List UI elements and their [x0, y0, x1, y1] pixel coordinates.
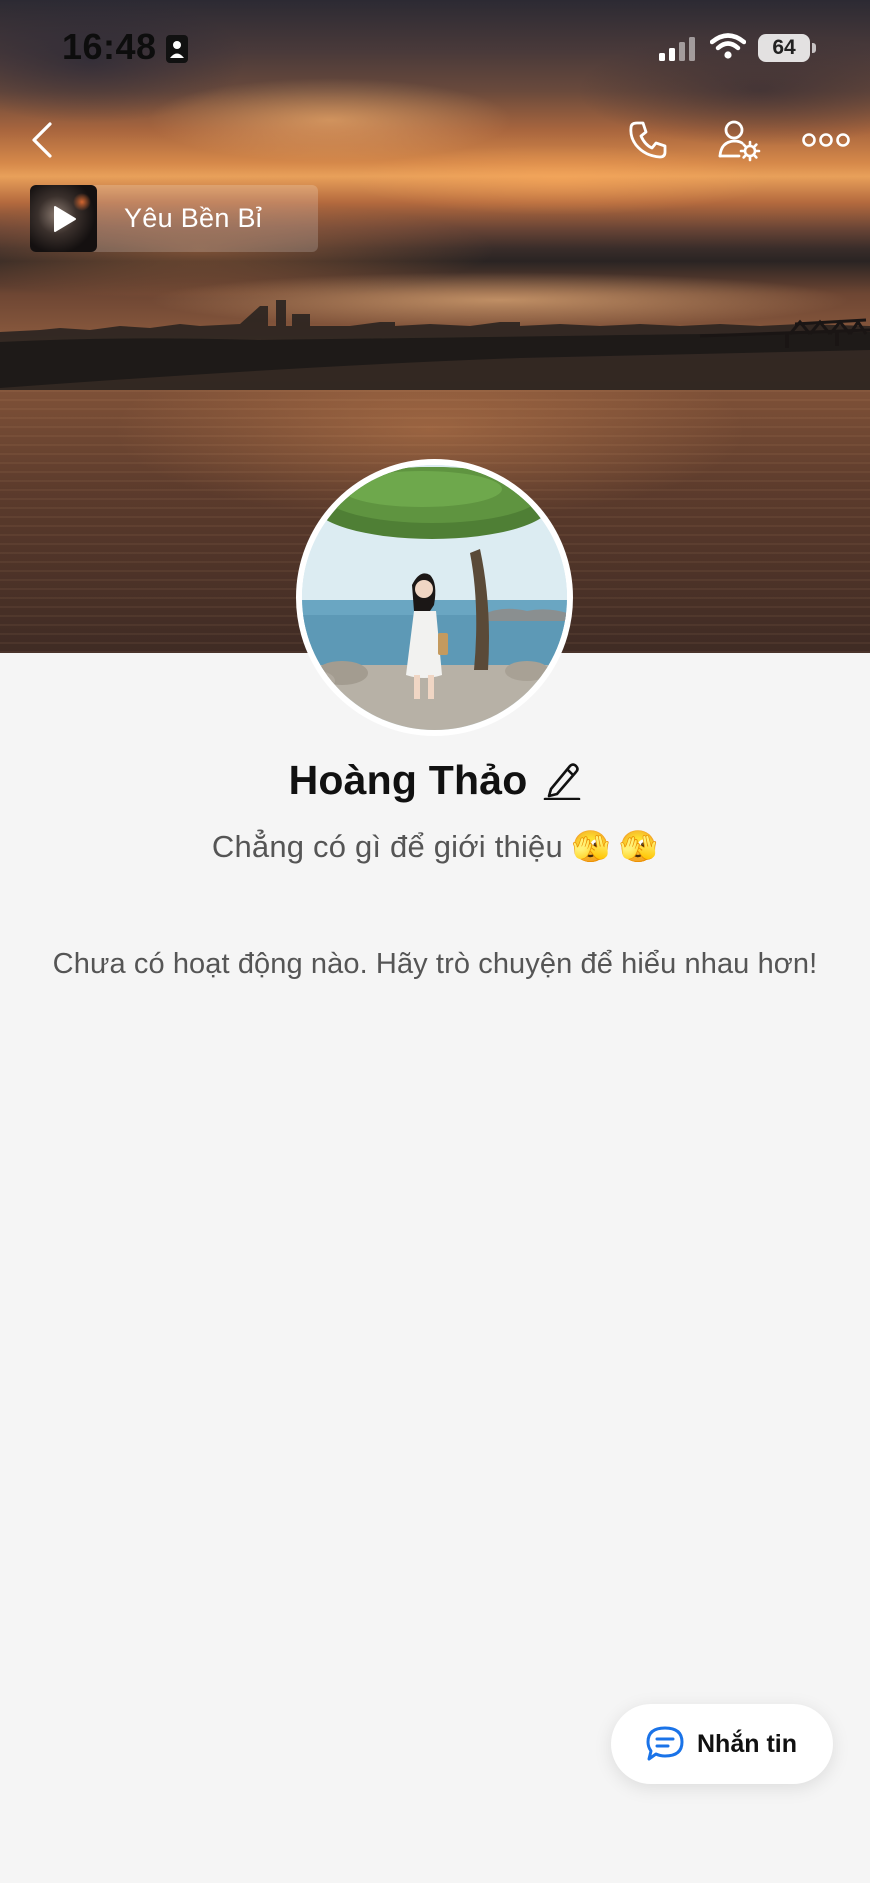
- user-settings-button[interactable]: [710, 112, 768, 168]
- cellular-signal-icon: [659, 37, 695, 61]
- music-cover-thumbnail: [30, 185, 97, 252]
- play-icon[interactable]: [51, 205, 77, 233]
- profile-name: Hoàng Thảo: [288, 756, 528, 803]
- status-bar: 16:48 64: [0, 0, 870, 100]
- city-skyline: [0, 300, 870, 390]
- call-button[interactable]: [620, 112, 676, 168]
- user-gear-icon: [718, 120, 761, 162]
- phone-icon: [629, 121, 667, 159]
- edit-name-button[interactable]: [543, 760, 581, 800]
- back-button[interactable]: [18, 112, 66, 168]
- contact-card-icon: [166, 35, 188, 63]
- empty-activity-message: Chưa có hoạt động nào. Hãy trò chuyện để…: [52, 948, 818, 980]
- music-title: Yêu Bền Bỉ: [124, 203, 263, 233]
- profile-name-row: Hoàng Thảo: [0, 752, 870, 808]
- profile-music-player[interactable]: Yêu Bền Bỉ: [30, 185, 318, 252]
- ellipsis-icon: [802, 133, 850, 147]
- more-options-button[interactable]: [796, 112, 856, 168]
- chevron-left-icon: [32, 122, 52, 158]
- status-time: 16:48: [62, 26, 157, 67]
- profile-avatar[interactable]: [296, 459, 573, 736]
- message-button[interactable]: Nhắn tin: [611, 1704, 833, 1784]
- battery-tip: [812, 43, 816, 53]
- chat-bubble-icon: [646, 1726, 684, 1761]
- message-button-label: Nhắn tin: [697, 1729, 797, 1758]
- profile-bio: Chẳng có gì để giới thiệu 🫣 🫣: [211, 829, 659, 864]
- pencil-icon: [544, 763, 581, 800]
- wifi-icon: [710, 33, 746, 59]
- avatar-photo: [302, 465, 567, 730]
- battery-level: 64: [758, 34, 810, 62]
